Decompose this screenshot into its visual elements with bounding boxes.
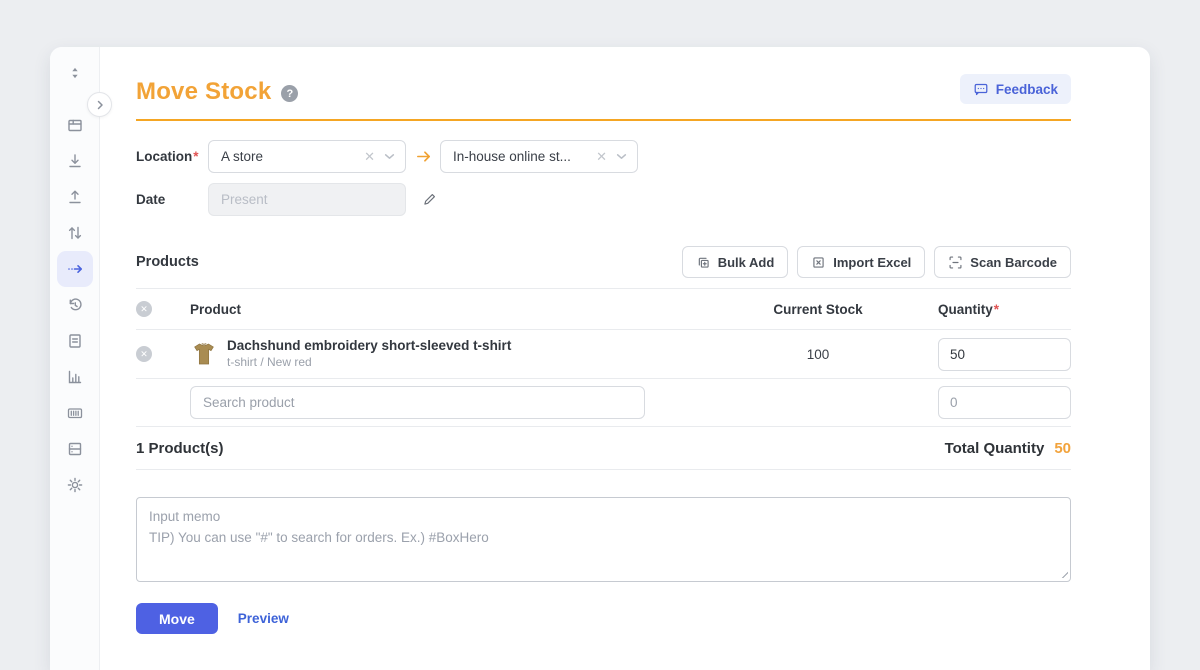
date-row: Date (136, 183, 1071, 216)
table-header-row: ✕ Product Current Stock Quantity* (136, 288, 1071, 330)
chevron-down-icon[interactable] (384, 151, 395, 162)
barcode-label-icon[interactable] (57, 395, 93, 431)
quantity-input[interactable] (938, 338, 1071, 371)
adjust-icon[interactable] (57, 215, 93, 251)
data-center-icon[interactable] (57, 431, 93, 467)
move-icon[interactable] (57, 251, 93, 287)
clear-to-location-icon[interactable]: ✕ (596, 150, 607, 163)
edit-date-pencil-icon[interactable] (422, 192, 437, 207)
stock-out-icon[interactable] (57, 179, 93, 215)
summary-row: 1 Product(s) Total Quantity 50 (136, 427, 1071, 470)
product-thumbnail (190, 339, 218, 369)
product-attributes: t-shirt / New red (227, 355, 511, 371)
date-label: Date (136, 192, 208, 207)
from-location-value: A store (221, 149, 364, 164)
stock-in-icon[interactable] (57, 143, 93, 179)
current-stock-value: 100 (738, 347, 898, 362)
location-arrow-icon (406, 148, 440, 165)
table-row: ✕ Dachshund embroidery short-sleeved t-s… (136, 330, 1071, 379)
bulk-add-label: Bulk Add (718, 255, 775, 270)
scan-barcode-label: Scan Barcode (970, 255, 1057, 270)
move-button[interactable]: Move (136, 603, 218, 634)
total-quantity-value: 50 (1054, 440, 1071, 457)
history-icon[interactable] (57, 287, 93, 323)
preview-link[interactable]: Preview (238, 611, 289, 626)
location-label: Location* (136, 149, 208, 164)
total-quantity-label: Total Quantity (945, 440, 1045, 457)
purchase-sales-icon[interactable] (57, 323, 93, 359)
search-row (136, 379, 1071, 427)
product-column-header: Product (190, 302, 738, 317)
date-input[interactable] (208, 183, 406, 216)
products-table: ✕ Product Current Stock Quantity* ✕ Dach… (136, 288, 1071, 427)
chevron-down-icon[interactable] (616, 151, 627, 162)
products-bar: Products Bulk Add Import Excel Scan Barc… (136, 246, 1071, 278)
move-form: Location* A store ✕ In-house online st..… (136, 140, 1071, 216)
feedback-label: Feedback (996, 82, 1058, 97)
import-excel-button[interactable]: Import Excel (797, 246, 925, 278)
quantity-column-header: Quantity* (938, 302, 1071, 317)
scan-barcode-button[interactable]: Scan Barcode (934, 246, 1071, 278)
feedback-chat-icon (973, 81, 989, 97)
to-location-select[interactable]: In-house online st... ✕ (440, 140, 638, 173)
product-count: 1 Product(s) (136, 440, 224, 457)
remove-all-icon[interactable]: ✕ (136, 301, 152, 317)
search-product-input[interactable] (190, 386, 645, 419)
import-excel-label: Import Excel (833, 255, 911, 270)
sidebar-expand-button[interactable] (87, 92, 112, 117)
clear-from-location-icon[interactable]: ✕ (364, 150, 375, 163)
from-location-select[interactable]: A store ✕ (208, 140, 406, 173)
memo-textarea[interactable] (136, 497, 1071, 582)
to-location-value: In-house online st... (453, 149, 596, 164)
feedback-button[interactable]: Feedback (960, 74, 1071, 104)
new-quantity-input[interactable] (938, 386, 1071, 419)
required-asterisk: * (193, 149, 198, 164)
items-icon[interactable] (57, 107, 93, 143)
current-stock-column-header: Current Stock (738, 302, 898, 317)
products-title: Products (136, 254, 199, 270)
sidebar (50, 47, 100, 670)
workspace-switcher-icon[interactable] (57, 61, 93, 85)
product-info: Dachshund embroidery short-sleeved t-shi… (227, 338, 511, 370)
page-title: Move Stock (136, 78, 271, 106)
actions-row: Move Preview (136, 603, 1071, 634)
location-row: Location* A store ✕ In-house online st..… (136, 140, 1071, 173)
analytics-icon[interactable] (57, 359, 93, 395)
bulk-add-button[interactable]: Bulk Add (682, 246, 789, 278)
page-header: Move Stock ? Feedback (136, 47, 1071, 121)
main-window: Move Stock ? Feedback Location* A store … (50, 47, 1150, 670)
product-name: Dachshund embroidery short-sleeved t-shi… (227, 338, 511, 355)
help-icon[interactable]: ? (281, 85, 298, 102)
remove-row-icon[interactable]: ✕ (136, 346, 152, 362)
bulk-add-icon (696, 255, 711, 270)
memo-section (136, 497, 1071, 582)
settings-gear-icon[interactable] (57, 467, 93, 503)
scan-icon (948, 255, 963, 270)
main-content: Move Stock ? Feedback Location* A store … (100, 47, 1150, 670)
excel-icon (811, 255, 826, 270)
